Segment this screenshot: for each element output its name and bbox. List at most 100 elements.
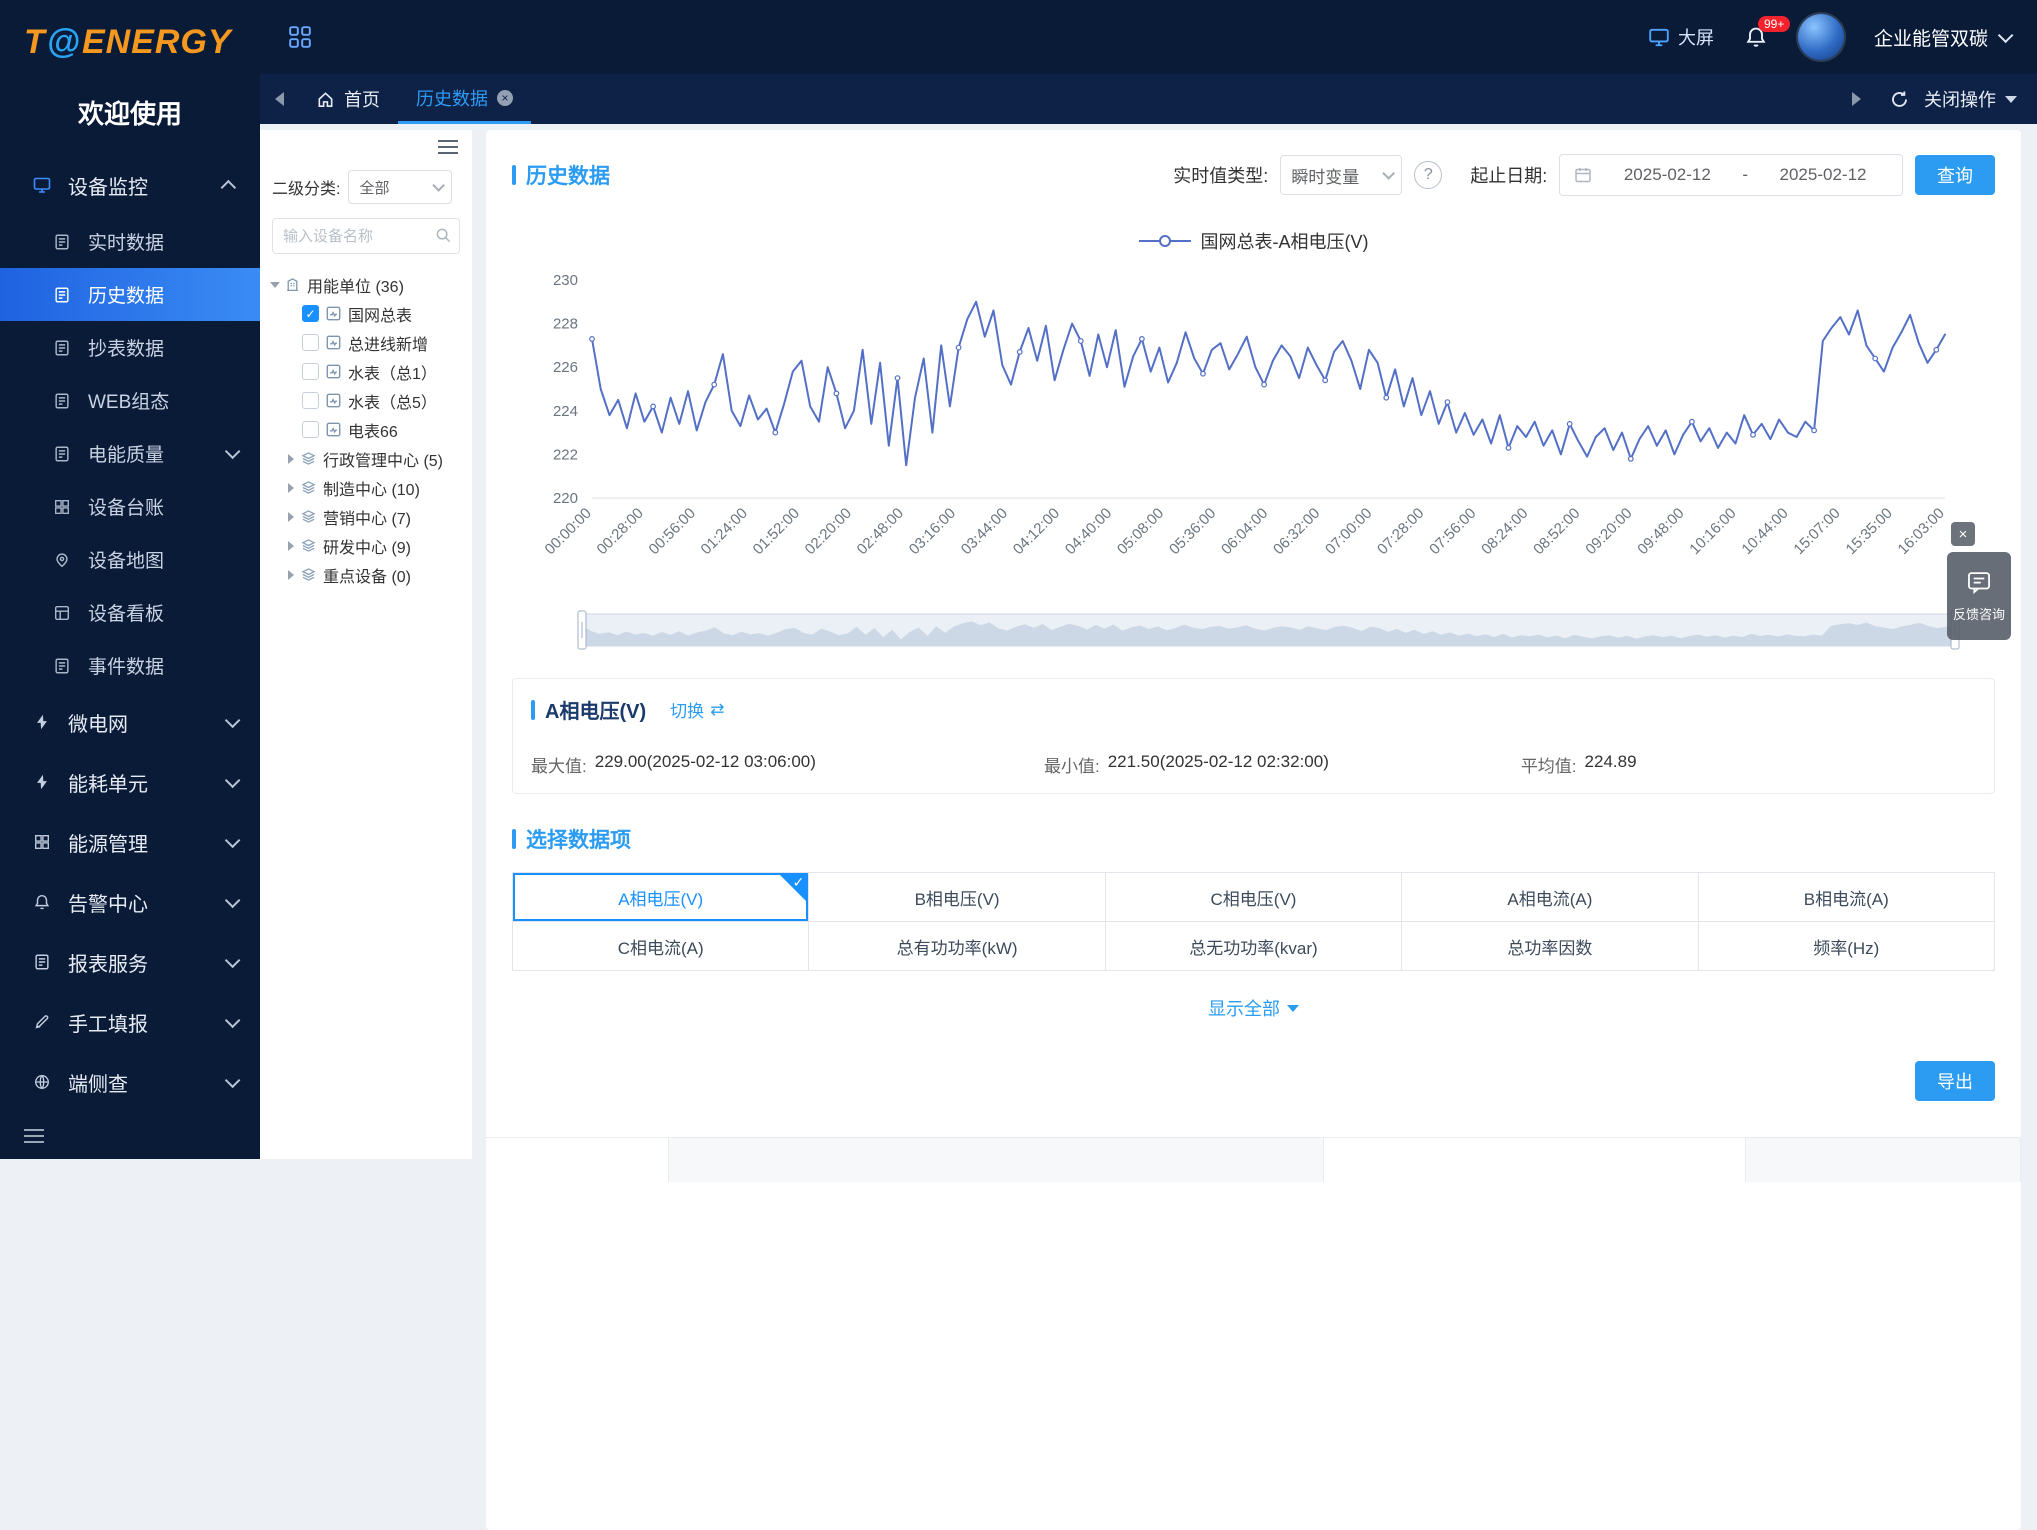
tab-history-data[interactable]: 历史数据 × [398,74,531,124]
date-separator: - [1742,165,1748,185]
tabs-scroll-left[interactable] [260,74,298,124]
checkbox[interactable] [302,421,319,438]
tree-root[interactable]: 用能单位 (36) [272,270,460,299]
chevron-down-icon [225,1072,241,1088]
tabs-scroll-right[interactable] [1837,74,1875,124]
tree-group-2[interactable]: 营销中心 (7) [272,502,460,531]
checkbox[interactable]: ✓ [302,305,319,322]
tree-device-0[interactable]: ✓国网总表 [272,299,460,328]
layers-icon [301,480,316,495]
sidebar-item-0[interactable]: 设备监控 [0,155,260,215]
chevron-down-icon [1998,27,2014,43]
tree-group-label: 营销中心 (7) [323,505,411,529]
sidebar-item-8[interactable]: 设备看板 [0,586,260,639]
org-switcher[interactable]: 企业能管双碳 [1874,24,2009,51]
feedback-close-button[interactable]: × [1951,522,1975,546]
show-all-toggle[interactable]: 显示全部 [486,995,2021,1021]
svg-text:222: 222 [553,446,578,463]
tree-collapse-icon[interactable] [438,146,458,148]
data-item-3[interactable]: A相电流(A) [1402,873,1698,922]
device-search-input[interactable] [272,218,460,254]
chevron-down-icon [225,712,241,728]
start-date[interactable]: 2025-02-12 [1602,165,1732,185]
caret-right-icon [288,570,294,580]
date-range-picker[interactable]: 2025-02-12 - 2025-02-12 [1559,154,1903,196]
tree-device-1[interactable]: 总进线新增 [272,328,460,357]
avatar[interactable] [1798,14,1844,60]
sidebar-item-3[interactable]: 抄表数据 [0,321,260,374]
page-title: 历史数据 [512,160,610,190]
sidebar-item-9[interactable]: 事件数据 [0,639,260,692]
close-operations-dropdown[interactable]: 关闭操作 [1924,86,2017,112]
svg-text:04:40:00: 04:40:00 [1062,505,1115,558]
device-tree: 用能单位 (36)✓国网总表总进线新增水表（总1）水表（总5）电表66行政管理中… [272,270,460,589]
checkbox[interactable] [302,334,319,351]
category-select-value: 全部 [359,177,389,198]
svg-text:07:56:00: 07:56:00 [1426,505,1479,558]
data-item-8[interactable]: 总功率因数 [1402,922,1698,971]
sidebar-item-5[interactable]: 电能质量 [0,427,260,480]
sidebar-item-13[interactable]: 告警中心 [0,872,260,932]
sidebar-item-label: 历史数据 [88,281,164,308]
sidebar-item-2[interactable]: 历史数据 [0,268,260,321]
sidebar-item-label: 设备地图 [88,546,164,573]
sidebar-item-16[interactable]: 端侧查 [0,1052,260,1112]
tree-group-0[interactable]: 行政管理中心 (5) [272,444,460,473]
refresh-icon[interactable] [1889,89,1910,110]
data-item-4[interactable]: B相电流(A) [1699,873,1995,922]
sidebar-item-14[interactable]: 报表服务 [0,932,260,992]
sidebar-item-7[interactable]: 设备地图 [0,533,260,586]
export-button[interactable]: 导出 [1915,1061,1995,1101]
collapse-sidebar-icon[interactable] [24,1135,44,1137]
data-item-6[interactable]: 总有功功率(kW) [809,922,1105,971]
data-item-2[interactable]: C相电压(V) [1106,873,1402,922]
checkbox[interactable] [302,392,319,409]
checkbox[interactable] [302,363,319,380]
switch-metric-link[interactable]: 切换 ⇄ [670,697,724,722]
monitor-icon [30,173,54,197]
data-item-5[interactable]: C相电流(A) [513,922,809,971]
caret-right-icon [288,541,294,551]
close-tab-icon[interactable]: × [497,90,513,106]
sidebar-item-10[interactable]: 微电网 [0,692,260,752]
pin-icon [50,548,74,572]
data-item-0[interactable]: A相电压(V)✓ [513,873,809,922]
svg-text:08:52:00: 08:52:00 [1530,505,1583,558]
category-select[interactable]: 全部 [348,170,452,204]
tree-device-3[interactable]: 水表（总5） [272,386,460,415]
bolt-icon [30,710,54,734]
history-line-chart[interactable]: 22022222422622823000:00:0000:28:0000:56:… [512,262,1995,660]
svg-text:07:28:00: 07:28:00 [1374,505,1427,558]
sidebar-item-6[interactable]: 设备台账 [0,480,260,533]
sidebar-item-12[interactable]: 能源管理 [0,812,260,872]
avg-value: 224.89 [1585,752,1637,777]
sidebar-item-1[interactable]: 实时数据 [0,215,260,268]
stats-title-label: A相电压(V) [545,695,646,724]
sidebar-item-15[interactable]: 手工填报 [0,992,260,1052]
svg-text:00:28:00: 00:28:00 [594,505,647,558]
end-date[interactable]: 2025-02-12 [1758,165,1888,185]
tree-group-1[interactable]: 制造中心 (10) [272,473,460,502]
sidebar-item-4[interactable]: WEB组态 [0,374,260,427]
feedback-widget[interactable]: 反馈咨询 [1947,552,2011,640]
data-item-9[interactable]: 频率(Hz) [1699,922,1995,971]
notifications-button[interactable]: 99+ [1744,25,1768,49]
chevron-down-icon [225,952,241,968]
data-item-grid: A相电压(V)✓B相电压(V)C相电压(V)A相电流(A)B相电流(A) C相电流… [512,872,1995,971]
tree-group-3[interactable]: 研发中心 (9) [272,531,460,560]
tree-device-4[interactable]: 电表66 [272,415,460,444]
query-button[interactable]: 查询 [1915,155,1995,195]
svg-text:09:20:00: 09:20:00 [1582,505,1635,558]
tree-group-4[interactable]: 重点设备 (0) [272,560,460,589]
welcome-text: 欢迎使用 [0,94,260,131]
realtime-type-select[interactable]: 瞬时变量 [1280,155,1402,195]
help-icon[interactable]: ? [1414,161,1442,189]
data-item-7[interactable]: 总无功功率(kvar) [1106,922,1402,971]
data-item-1[interactable]: B相电压(V) [809,873,1105,922]
apps-grid-icon[interactable] [288,25,312,49]
tab-home[interactable]: 首页 [298,74,398,124]
sidebar-item-11[interactable]: 能耗单元 [0,752,260,812]
big-screen-button[interactable]: 大屏 [1648,24,1714,50]
chart-legend[interactable]: 国网总表-A相电压(V) [486,228,2021,254]
tree-device-2[interactable]: 水表（总1） [272,357,460,386]
